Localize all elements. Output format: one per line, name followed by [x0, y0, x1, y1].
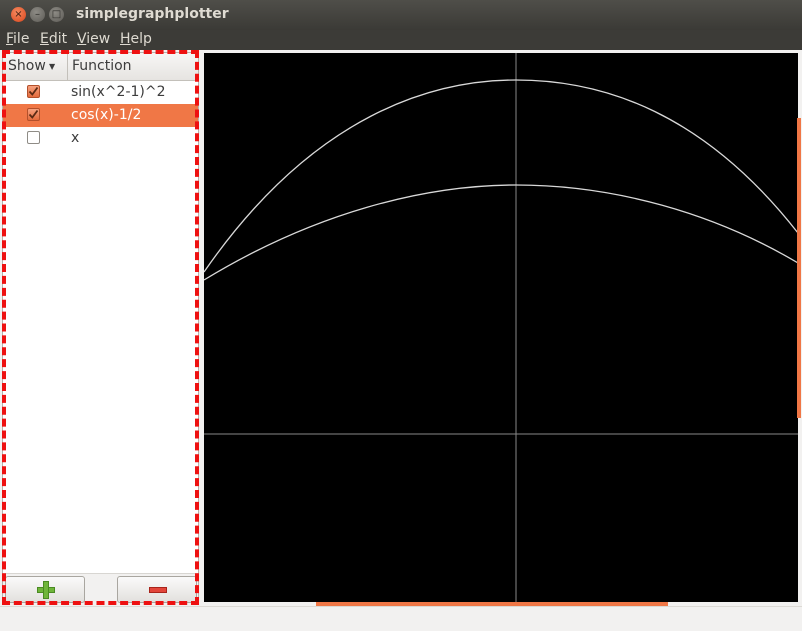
status-bar — [0, 606, 802, 631]
close-icon: × — [14, 9, 23, 20]
show-checkbox[interactable] — [27, 108, 40, 121]
menu-edit[interactable]: Edit — [40, 31, 67, 47]
menu-view-mnemonic: V — [77, 31, 87, 47]
function-row-selected[interactable]: cos(x)-1/2 — [3, 104, 198, 127]
function-row[interactable]: x — [3, 127, 198, 150]
menu-view[interactable]: View — [77, 31, 110, 47]
close-window-button[interactable]: × — [11, 7, 26, 22]
checkmark-icon — [28, 109, 39, 119]
column-header-show-label: Show — [8, 58, 46, 74]
curve-cos — [204, 184, 798, 281]
minimize-window-button[interactable]: – — [30, 7, 45, 22]
menu-edit-label: dit — [48, 31, 68, 47]
function-expression: x — [71, 130, 80, 146]
menu-file-label: ile — [13, 31, 30, 47]
menu-help[interactable]: Help — [120, 31, 152, 47]
window-title: simplegraphplotter — [76, 6, 229, 22]
plot-svg — [204, 53, 798, 602]
add-function-button[interactable] — [5, 576, 85, 603]
function-list-header: Show ▼ Function — [3, 53, 198, 81]
column-header-show[interactable]: Show ▼ — [3, 53, 68, 80]
sort-arrow-icon: ▼ — [49, 62, 56, 71]
menu-file-mnemonic: F — [6, 31, 14, 47]
show-checkbox[interactable] — [27, 131, 40, 144]
curve-sin — [204, 79, 798, 273]
menu-help-mnemonic: H — [120, 31, 131, 47]
maximize-icon: □ — [51, 9, 62, 20]
graph-canvas[interactable] — [204, 53, 798, 602]
minus-icon — [149, 587, 167, 593]
checkmark-icon — [28, 86, 39, 96]
menu-view-label: iew — [86, 31, 111, 47]
column-header-function[interactable]: Function — [72, 58, 132, 74]
menu-edit-mnemonic: E — [40, 31, 49, 47]
maximize-window-button[interactable]: □ — [49, 7, 64, 22]
function-expression: cos(x)-1/2 — [71, 107, 142, 123]
function-buttons-bar — [3, 573, 198, 603]
vertical-scrollbar[interactable] — [797, 118, 801, 418]
remove-function-button[interactable] — [117, 576, 197, 603]
title-bar: × – □ simplegraphplotter — [0, 0, 802, 30]
plus-icon — [37, 581, 55, 599]
function-row[interactable]: sin(x^2-1)^2 — [3, 81, 198, 104]
menu-bar: File Edit View Help — [0, 30, 802, 50]
menu-file[interactable]: File — [6, 31, 29, 47]
function-list-panel: Show ▼ Function sin(x^2-1)^2 cos(x)-1/2 … — [2, 52, 199, 603]
show-checkbox[interactable] — [27, 85, 40, 98]
menu-help-label: elp — [130, 31, 152, 47]
function-expression: sin(x^2-1)^2 — [71, 84, 166, 100]
minimize-icon: – — [35, 9, 40, 20]
